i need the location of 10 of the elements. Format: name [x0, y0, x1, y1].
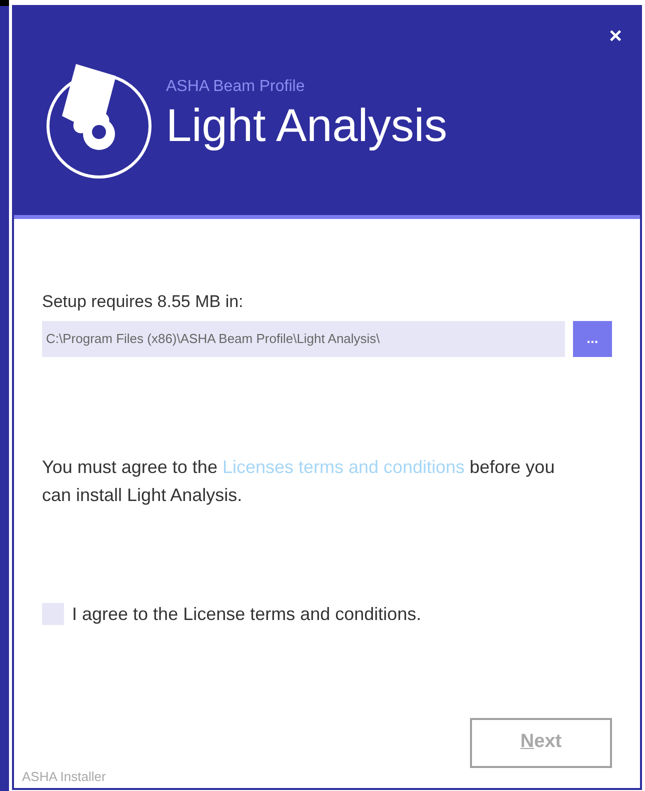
- product-family: ASHA Beam Profile: [166, 77, 306, 98]
- install-path-field[interactable]: C:\Program Files (x86)\ASHA Beam Profile\Light Analysis\: [42, 320, 565, 356]
- agree-label: I agree to the License terms and conditions.: [72, 602, 422, 626]
- installer-footer: ASHA Installer: [22, 766, 106, 786]
- license-notice: You must agree to the Licenses terms and conditions before you can install Light Analysis.: [42, 456, 556, 507]
- space-required-label: Setup requires 8.55 MB in:: [42, 291, 244, 313]
- agree-checkbox[interactable]: [42, 603, 64, 625]
- product-title: Light Analysis: [166, 98, 448, 154]
- close-button[interactable]: ×: [609, 25, 622, 47]
- browse-button[interactable]: ...: [573, 320, 612, 356]
